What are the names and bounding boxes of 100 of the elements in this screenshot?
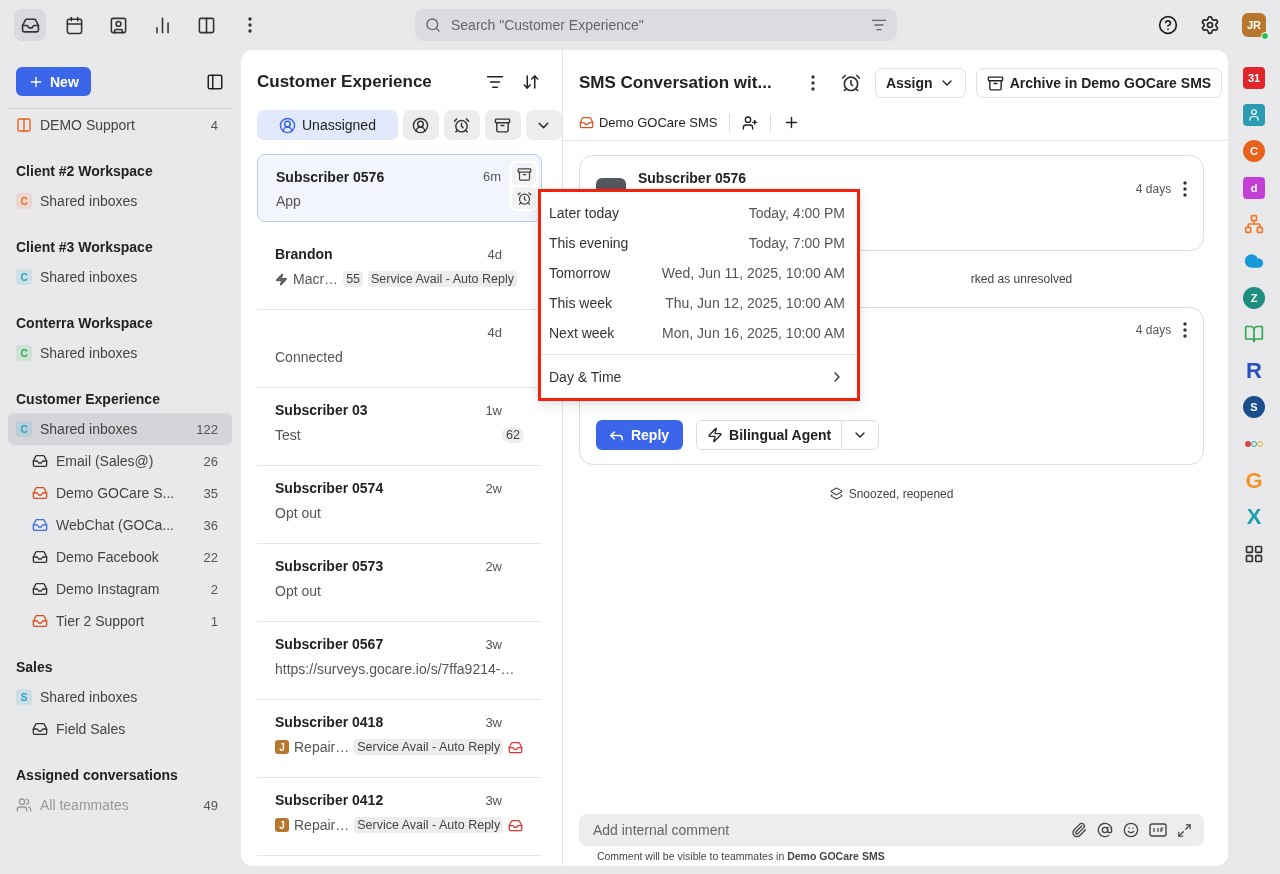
event-text: rked as unresolved xyxy=(970,272,1073,286)
app-logo-icon[interactable]: S xyxy=(1243,396,1265,419)
assignee-avatar: J xyxy=(275,818,289,832)
sidebar-item[interactable]: All teammates 49 xyxy=(8,789,232,821)
rings-icon xyxy=(1244,439,1264,448)
snooze-option[interactable]: This week Thu, Jun 12, 2025, 10:00 AM xyxy=(541,288,857,318)
snooze-option[interactable]: This evening Today, 7:00 PM xyxy=(541,228,857,258)
section-heading: Assigned conversations xyxy=(15,766,179,785)
archive-icon xyxy=(516,166,532,182)
app-logo-icon[interactable]: R xyxy=(1243,359,1265,382)
person-icon xyxy=(1247,107,1261,122)
user-avatar[interactable]: JR xyxy=(1242,13,1266,37)
message-preview: https://surveys.gocare.io/s/7ffa9214-… xyxy=(275,661,515,677)
search-field[interactable]: Search "Customer Experience" xyxy=(415,9,897,41)
inbox-item[interactable]: Email (Sales@) 26 xyxy=(8,445,232,477)
message-preview: App xyxy=(276,193,301,209)
comment-input[interactable]: Add internal comment xyxy=(590,821,1062,839)
emoji-icon[interactable] xyxy=(1123,822,1140,838)
archive-button[interactable] xyxy=(512,163,536,185)
apps-grid-icon[interactable] xyxy=(1244,543,1264,564)
inbox-tag[interactable]: Demo GOCare SMS xyxy=(578,115,718,130)
workspace-letter-icon: C xyxy=(16,269,32,285)
section-heading: Conterra Workspace xyxy=(15,314,154,333)
sidebar-toggle-icon[interactable] xyxy=(206,72,224,91)
section-heading: Customer Experience xyxy=(15,390,161,409)
snooze-button[interactable] xyxy=(512,187,536,209)
reply-button[interactable]: Reply xyxy=(595,420,684,450)
sidebar-item[interactable]: C Shared inboxes xyxy=(8,337,232,369)
count-pill: 62 xyxy=(502,427,524,443)
assign-button[interactable]: Assign xyxy=(874,68,966,98)
inbox-item[interactable]: Demo GOCare S... 35 xyxy=(8,477,232,509)
agent-dropdown-button[interactable] xyxy=(841,421,879,449)
sidebar-item[interactable]: C Shared inboxes 122 xyxy=(8,413,232,445)
archive-icon xyxy=(494,116,512,134)
search-input[interactable]: Search "Customer Experience" xyxy=(449,16,863,34)
help-icon[interactable] xyxy=(1158,15,1178,35)
app-logo-icon[interactable]: d xyxy=(1243,176,1265,199)
conversation-row[interactable]: Subscriber 0576 6m App xyxy=(257,154,542,222)
message-preview: Test xyxy=(275,427,301,443)
count-pill: 55 xyxy=(343,271,364,287)
inbox-item[interactable]: Demo Facebook 22 xyxy=(8,541,232,573)
lightning-icon xyxy=(707,427,724,443)
snooze-option[interactable]: Tomorrow Wed, Jun 11, 2025, 10:00 AM xyxy=(541,258,857,288)
search-icon xyxy=(425,17,441,33)
more-icon[interactable] xyxy=(1183,322,1188,338)
app-logo-icon[interactable]: 31 xyxy=(1243,67,1265,89)
snooze-option[interactable]: Later today Today, 4:00 PM xyxy=(541,198,857,228)
message-time: 4 days xyxy=(1135,323,1172,337)
archived-tab[interactable] xyxy=(484,110,521,140)
more-icon xyxy=(248,17,252,33)
section-heading: Sales xyxy=(15,658,54,677)
lightning-icon xyxy=(275,272,288,286)
person-icon xyxy=(279,116,296,134)
message-preview: Repair… xyxy=(294,739,350,755)
filter-icon[interactable] xyxy=(485,73,504,91)
sidebar-item[interactable]: C Shared inboxes xyxy=(8,261,232,293)
sidebar-item[interactable]: C Shared inboxes xyxy=(8,185,232,217)
inbox-item[interactable]: WebChat (GOCa... 36 xyxy=(8,509,232,541)
attach-icon[interactable] xyxy=(1071,822,1088,838)
app-logo-icon[interactable]: Z xyxy=(1243,286,1265,309)
archive-icon xyxy=(986,74,1004,92)
message-preview: Repair… xyxy=(294,817,350,833)
inbox-nav-button[interactable] xyxy=(14,9,46,41)
comment-note: Comment will be visible to teammates in Demo GOCare SMS xyxy=(595,849,886,864)
mention-icon[interactable] xyxy=(1097,822,1114,838)
sort-icon[interactable] xyxy=(521,73,540,91)
workspace-letter-icon: S xyxy=(16,689,32,705)
section-heading: Client #2 Workspace xyxy=(15,162,154,181)
app-logo-icon[interactable] xyxy=(1243,103,1265,126)
inbox-item[interactable]: Field Sales xyxy=(8,713,232,745)
settings-icon[interactable] xyxy=(1200,15,1220,35)
archive-button[interactable]: Archive in Demo GOCare SMS xyxy=(975,68,1223,98)
message-time: 4 days xyxy=(1135,182,1172,196)
snooze-option[interactable]: Next week Mon, Jun 16, 2025, 10:00 AM xyxy=(541,318,857,348)
people-icon xyxy=(16,797,32,813)
sidebar-item[interactable]: DEMO Support 4 xyxy=(8,109,232,141)
tag-chip: Service Avail - Auto Reply xyxy=(354,817,504,833)
snooze-custom-option[interactable]: Day & Time xyxy=(541,354,857,398)
inbox-item[interactable]: Tier 2 Support 1 xyxy=(8,605,232,637)
assignee-avatar: J xyxy=(275,740,289,754)
snoozed-tab[interactable] xyxy=(443,110,480,140)
message-preview: Opt out xyxy=(275,505,321,521)
expand-icon[interactable] xyxy=(1177,822,1193,838)
tag-chip: Service Avail - Auto Reply xyxy=(368,271,517,287)
inbox-item[interactable]: Demo Instagram 2 xyxy=(8,573,232,605)
mine-tab[interactable] xyxy=(402,110,439,140)
gif-icon[interactable] xyxy=(1149,823,1168,837)
alarm-clock-icon xyxy=(516,190,532,206)
workspace-letter-icon: C xyxy=(16,345,32,361)
conversation-title: SMS Conversation wit... xyxy=(578,73,773,93)
event-text: Snoozed, reopened xyxy=(848,486,954,501)
more-icon[interactable] xyxy=(1183,181,1188,197)
contact-card-icon xyxy=(108,15,128,35)
unassigned-tab[interactable]: Unassigned xyxy=(257,110,398,140)
workspace-letter-icon: C xyxy=(16,421,32,437)
sidebar-item[interactable]: S Shared inboxes xyxy=(8,681,232,713)
message-preview: Connected xyxy=(275,349,343,365)
new-button[interactable]: New xyxy=(16,67,91,96)
add-follower-icon[interactable] xyxy=(742,114,759,131)
comment-field[interactable]: Add internal comment xyxy=(578,814,1205,846)
